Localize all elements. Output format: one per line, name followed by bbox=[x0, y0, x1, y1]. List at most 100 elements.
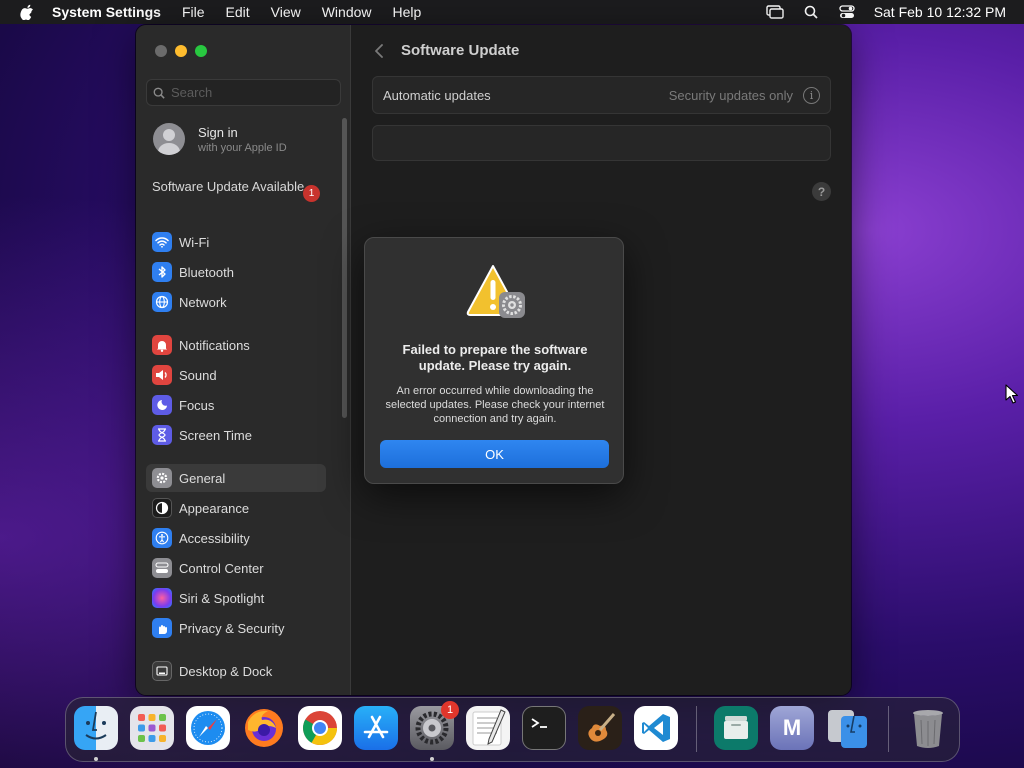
system-settings-badge: 1 bbox=[441, 701, 459, 719]
sidebar-item-general[interactable]: General bbox=[146, 464, 326, 492]
screen-mirroring-icon[interactable] bbox=[765, 5, 784, 19]
trash-icon[interactable] bbox=[906, 706, 950, 750]
m-app-letter: M bbox=[782, 715, 802, 740]
sidebar-item-wifi[interactable]: Wi-Fi bbox=[146, 228, 326, 256]
sidebar-item-label: General bbox=[179, 470, 226, 486]
software-update-available[interactable]: Software Update Available bbox=[152, 179, 324, 195]
automatic-updates-row[interactable]: Automatic updates Security updates only … bbox=[372, 76, 831, 114]
general-icon bbox=[152, 468, 172, 488]
vscode-icon[interactable] bbox=[634, 706, 678, 750]
wifi-icon bbox=[152, 232, 172, 252]
warning-gear-icon bbox=[466, 265, 525, 318]
sidebar-item-network[interactable]: Network bbox=[146, 288, 326, 316]
error-alert-dialog: Failed to prepare the software update. P… bbox=[364, 237, 624, 484]
bluetooth-icon bbox=[152, 262, 172, 282]
sidebar-item-notifications[interactable]: Notifications bbox=[146, 331, 326, 359]
dialog-title: Failed to prepare the software update. P… bbox=[402, 342, 588, 373]
notifications-icon bbox=[152, 335, 172, 355]
minimize-button[interactable] bbox=[175, 45, 187, 57]
control-center-menu-icon[interactable] bbox=[838, 5, 856, 19]
sidebar-item-label: Bluetooth bbox=[179, 264, 234, 280]
spotlight-search-icon[interactable] bbox=[802, 5, 820, 19]
sidebar-item-desktop-dock[interactable]: Desktop & Dock bbox=[146, 657, 326, 685]
sidebar-item-label: Appearance bbox=[179, 500, 250, 516]
sidebar-item-label: Screen Time bbox=[179, 427, 252, 443]
sidebar-search[interactable] bbox=[146, 79, 341, 106]
update-status-row bbox=[372, 125, 831, 161]
control-center-icon bbox=[152, 558, 172, 578]
garageband-icon[interactable] bbox=[578, 706, 622, 750]
menu-view[interactable]: View bbox=[271, 4, 301, 20]
back-chevron-icon[interactable] bbox=[372, 43, 388, 59]
sidebar-item-appearance[interactable]: Appearance bbox=[146, 494, 326, 522]
automatic-updates-label: Automatic updates bbox=[383, 87, 491, 103]
files-icon[interactable] bbox=[714, 706, 758, 750]
sidebar-item-bluetooth[interactable]: Bluetooth bbox=[146, 258, 326, 286]
dock-separator bbox=[888, 706, 889, 752]
sidebar-item-label: Sound bbox=[179, 367, 217, 383]
avatar bbox=[153, 123, 185, 155]
ok-button[interactable]: OK bbox=[380, 440, 609, 468]
menu-bar: System Settings File Edit View Window He… bbox=[0, 0, 1024, 24]
terminal-icon[interactable] bbox=[522, 706, 566, 750]
menu-window[interactable]: Window bbox=[322, 4, 372, 20]
window-controls bbox=[155, 45, 215, 57]
siri-icon bbox=[152, 588, 172, 608]
menu-clock[interactable]: Sat Feb 10 12:32 PM bbox=[874, 4, 1006, 20]
safari-icon[interactable] bbox=[186, 706, 230, 750]
sidebar-item-label: Desktop & Dock bbox=[179, 663, 273, 679]
sidebar-item-label: Privacy & Security bbox=[179, 620, 285, 636]
m-app-icon[interactable]: M bbox=[770, 706, 814, 750]
privacy-icon bbox=[152, 618, 172, 638]
sidebar-item-label: Siri & Spotlight bbox=[179, 590, 265, 606]
sidebar-item-label: Control Center bbox=[179, 560, 264, 576]
menu-help[interactable]: Help bbox=[393, 4, 422, 20]
network-icon bbox=[152, 292, 172, 312]
desktop-dock-icon bbox=[152, 661, 172, 681]
dock: 1 M bbox=[65, 697, 960, 762]
signin-title: Sign in bbox=[198, 124, 238, 140]
apple-menu-icon[interactable] bbox=[20, 4, 34, 20]
signin-subtitle: with your Apple ID bbox=[198, 141, 287, 154]
sound-icon bbox=[152, 365, 172, 385]
close-button[interactable] bbox=[155, 45, 167, 57]
dock-separator bbox=[696, 706, 697, 752]
apple-id-signin[interactable]: Sign in with your Apple ID bbox=[153, 123, 287, 155]
help-button[interactable]: ? bbox=[812, 182, 831, 201]
dialog-message: An error occurred while downloading the … bbox=[385, 385, 605, 425]
sidebar-item-label: Wi-Fi bbox=[179, 234, 210, 250]
mouse-pointer-icon bbox=[1005, 384, 1019, 404]
screen-time-icon bbox=[152, 425, 172, 445]
firefox-icon[interactable] bbox=[242, 706, 286, 750]
menu-app-name[interactable]: System Settings bbox=[52, 4, 161, 20]
page-title: Software Update bbox=[401, 42, 520, 59]
sidebar-item-focus[interactable]: Focus bbox=[146, 391, 326, 419]
launchpad-icon[interactable] bbox=[130, 706, 174, 750]
sidebar-item-privacy-security[interactable]: Privacy & Security bbox=[146, 614, 326, 642]
chrome-icon[interactable] bbox=[298, 706, 342, 750]
accessibility-icon bbox=[152, 528, 172, 548]
sidebar: Sign in with your Apple ID Software Upda… bbox=[136, 25, 351, 695]
textedit-icon[interactable] bbox=[466, 706, 510, 750]
sidebar-item-control-center[interactable]: Control Center bbox=[146, 554, 326, 582]
info-icon[interactable]: i bbox=[803, 86, 820, 104]
sidebar-item-label: Focus bbox=[179, 397, 215, 413]
search-icon bbox=[153, 87, 165, 99]
finder-running-indicator bbox=[94, 757, 98, 761]
app-store-icon[interactable] bbox=[354, 706, 398, 750]
system-settings-running-indicator bbox=[430, 757, 434, 761]
sidebar-scrollbar[interactable] bbox=[342, 118, 347, 418]
menu-edit[interactable]: Edit bbox=[226, 4, 250, 20]
search-input[interactable] bbox=[171, 85, 331, 100]
finder-icon[interactable] bbox=[74, 706, 118, 750]
sidebar-item-screen-time[interactable]: Screen Time bbox=[146, 421, 326, 449]
appearance-icon bbox=[152, 498, 172, 518]
sidebar-item-siri-spotlight[interactable]: Siri & Spotlight bbox=[146, 584, 326, 612]
sidebar-item-sound[interactable]: Sound bbox=[146, 361, 326, 389]
migration-icon[interactable] bbox=[826, 706, 870, 750]
sidebar-item-label: Accessibility bbox=[179, 530, 250, 546]
sidebar-item-accessibility[interactable]: Accessibility bbox=[146, 524, 326, 552]
menu-file[interactable]: File bbox=[182, 4, 205, 20]
zoom-button[interactable] bbox=[195, 45, 207, 57]
automatic-updates-value: Security updates only bbox=[668, 87, 793, 103]
